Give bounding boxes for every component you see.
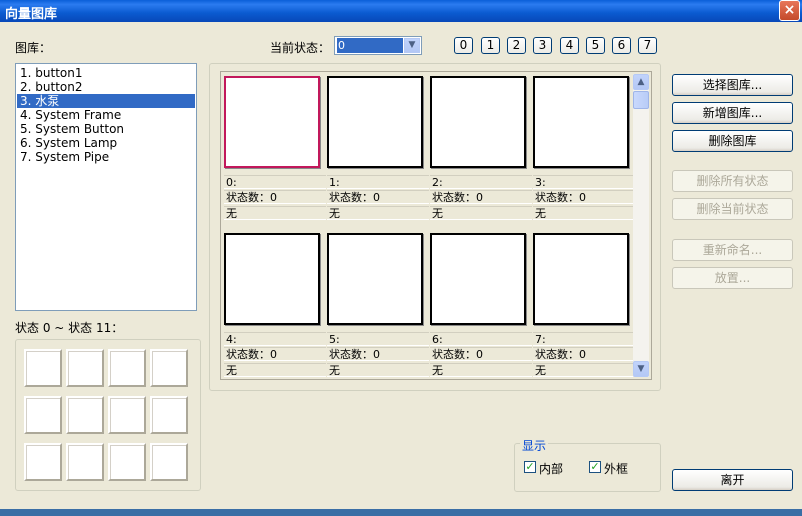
frame-checkbox[interactable]: ✓ xyxy=(589,461,601,473)
frame-checkbox-label: 外框 xyxy=(604,462,629,476)
library-list[interactable]: 1. button1 2. button2 3. 水泵 4. System Fr… xyxy=(15,63,197,311)
gallery-cell-desc: 无 xyxy=(430,363,532,377)
select-library-button[interactable]: 选择图库... xyxy=(672,74,793,96)
gallery-cell-desc: 无 xyxy=(430,206,532,220)
gallery-cell-index: 1: xyxy=(327,175,429,189)
state-button-0[interactable]: 0 xyxy=(454,37,473,54)
inner-checkbox-label: 内部 xyxy=(539,462,564,476)
state-thumbnail[interactable] xyxy=(108,349,146,387)
state-button-5[interactable]: 5 xyxy=(586,37,605,54)
gallery-cell-count: 状态数：0 xyxy=(430,190,532,204)
state-thumbnail[interactable] xyxy=(24,443,62,481)
library-item[interactable]: 2. button2 xyxy=(17,80,195,94)
state-button-1[interactable]: 1 xyxy=(481,37,500,54)
gallery-cell-desc: 无 xyxy=(533,206,635,220)
state-button-2[interactable]: 2 xyxy=(507,37,526,54)
rename-button[interactable]: 重新命名... xyxy=(672,239,793,261)
gallery-cell-desc: 无 xyxy=(327,206,429,220)
gallery-cell-desc: 无 xyxy=(327,363,429,377)
current-state-select[interactable]: 0 ▼ xyxy=(334,36,422,55)
place-button[interactable]: 放置... xyxy=(672,267,793,289)
states-preview-panel xyxy=(15,339,201,491)
state-button-6[interactable]: 6 xyxy=(612,37,631,54)
gallery-cell-desc: 无 xyxy=(533,363,635,377)
state-thumbnail[interactable] xyxy=(150,349,188,387)
state-thumbnail[interactable] xyxy=(108,443,146,481)
gallery-cell-image[interactable] xyxy=(327,233,423,325)
library-label: 图库： xyxy=(15,41,52,55)
gallery-cell-index: 7: xyxy=(533,332,635,346)
gallery-cell-index: 0: xyxy=(224,175,326,189)
states-preview-label: 状态 0 ~ 状态 11： xyxy=(15,321,124,335)
library-item[interactable]: 7. System Pipe xyxy=(17,150,195,164)
scrollbar-thumb[interactable] xyxy=(633,91,649,109)
leave-button[interactable]: 离开 xyxy=(672,469,793,491)
delete-library-button[interactable]: 删除图库 xyxy=(672,130,793,152)
state-thumbnail[interactable] xyxy=(66,443,104,481)
gallery-cell-image[interactable] xyxy=(430,76,526,168)
state-thumbnail[interactable] xyxy=(24,349,62,387)
scroll-down-icon[interactable]: ▼ xyxy=(633,361,649,377)
gallery-cell-count: 状态数：0 xyxy=(533,347,635,361)
gallery-cell-image[interactable] xyxy=(533,76,629,168)
gallery-cell-index: 5: xyxy=(327,332,429,346)
taskbar-strip xyxy=(0,509,802,516)
gallery-scrollbar[interactable]: ▲ ▼ xyxy=(633,74,649,377)
gallery-cell-image[interactable] xyxy=(224,233,320,325)
state-button-4[interactable]: 4 xyxy=(560,37,579,54)
close-button[interactable]: × xyxy=(779,0,800,21)
gallery-cell-count: 状态数：0 xyxy=(224,347,326,361)
library-item[interactable]: 4. System Frame xyxy=(17,108,195,122)
delete-current-state-button[interactable]: 删除当前状态 xyxy=(672,198,793,220)
gallery-cell-count: 状态数：0 xyxy=(533,190,635,204)
new-library-button[interactable]: 新增图库... xyxy=(672,102,793,124)
current-state-value: 0 xyxy=(337,38,403,53)
display-legend: 显示 xyxy=(520,437,549,454)
title-bar: 向量图库 × xyxy=(0,0,802,22)
chevron-down-icon[interactable]: ▼ xyxy=(404,38,420,53)
gallery-cell-count: 状态数：0 xyxy=(327,190,429,204)
gallery-cell-desc: 无 xyxy=(224,206,326,220)
state-thumbnail[interactable] xyxy=(24,396,62,434)
state-thumbnail[interactable] xyxy=(150,396,188,434)
gallery-cell-image[interactable] xyxy=(533,233,629,325)
gallery-cell-image[interactable] xyxy=(224,76,320,168)
gallery-cell-index: 6: xyxy=(430,332,532,346)
gallery-cell-image[interactable] xyxy=(327,76,423,168)
state-thumbnail[interactable] xyxy=(150,443,188,481)
gallery-cell-index: 3: xyxy=(533,175,635,189)
state-button-7[interactable]: 7 xyxy=(638,37,657,54)
gallery-cell-index: 2: xyxy=(430,175,532,189)
library-item-selected[interactable]: 3. 水泵 xyxy=(17,94,195,108)
gallery-cell-count: 状态数：0 xyxy=(430,347,532,361)
inner-checkbox[interactable]: ✓ xyxy=(524,461,536,473)
gallery-cell-count: 状态数：0 xyxy=(327,347,429,361)
scroll-up-icon[interactable]: ▲ xyxy=(633,74,649,90)
library-item[interactable]: 5. System Button xyxy=(17,122,195,136)
gallery-cell-index: 4: xyxy=(224,332,326,346)
gallery-cell-desc: 无 xyxy=(224,363,326,377)
state-thumbnail[interactable] xyxy=(66,396,104,434)
state-thumbnail[interactable] xyxy=(66,349,104,387)
gallery-cell-count: 状态数：0 xyxy=(224,190,326,204)
library-item[interactable]: 1. button1 xyxy=(17,66,195,80)
current-state-label: 当前状态： xyxy=(270,41,331,55)
delete-all-states-button[interactable]: 删除所有状态 xyxy=(672,170,793,192)
gallery-cell-image[interactable] xyxy=(430,233,526,325)
state-button-3[interactable]: 3 xyxy=(533,37,552,54)
state-thumbnail[interactable] xyxy=(108,396,146,434)
gallery-viewport[interactable]: 0: 状态数：0 无 1: 状态数：0 无 2: 状态数：0 无 3: 状态数：… xyxy=(220,71,652,380)
window-title: 向量图库 xyxy=(5,7,58,22)
library-item[interactable]: 6. System Lamp xyxy=(17,136,195,150)
